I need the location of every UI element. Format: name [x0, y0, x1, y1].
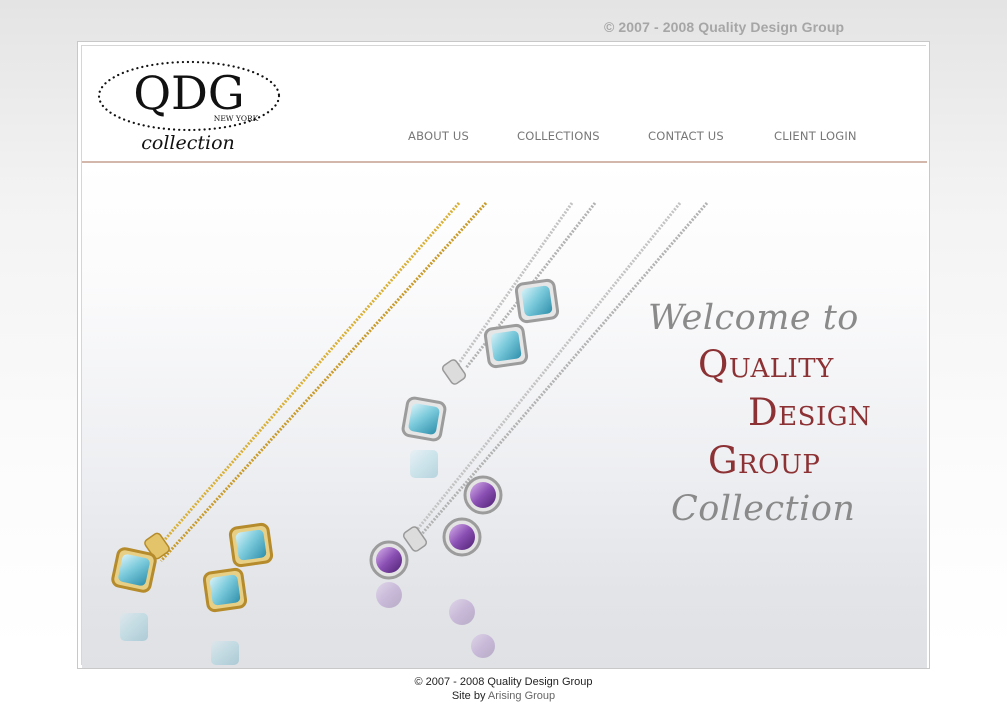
footer-credit: Site by Arising Group	[0, 690, 1007, 702]
footer-credit-prefix: Site by	[451, 690, 488, 702]
silver-topaz-necklace	[401, 202, 597, 442]
nav-contact-us[interactable]: CONTACT US	[648, 129, 724, 143]
footer-credit-link[interactable]: Arising Group	[488, 690, 555, 702]
nav-client-login[interactable]: CLIENT LOGIN	[774, 129, 857, 143]
hero-quality-line: Quality	[698, 343, 834, 386]
hero-welcome-line: Welcome to	[648, 298, 859, 338]
jewelry-reflections	[120, 450, 495, 665]
nav-collections[interactable]: COLLECTIONS	[517, 129, 600, 143]
footer-copyright: © 2007 - 2008 Quality Design Group	[414, 676, 593, 688]
page-frame: QDG NEW YORK collection ABOUT US COLLECT…	[77, 41, 930, 669]
top-copyright: © 2007 - 2008 Quality Design Group	[604, 19, 845, 35]
logo-letters: QDG	[133, 66, 244, 120]
hero-banner: Welcome to Quality Design Group Collecti…	[82, 163, 927, 668]
silver-amethyst-necklace	[369, 202, 709, 580]
gold-necklace	[111, 201, 488, 593]
logo-word: collection	[141, 132, 235, 154]
logo-graphic: QDG NEW YORK collection	[97, 60, 281, 154]
hero-collection-line: Collection	[671, 489, 856, 529]
logo-location: NEW YORK	[214, 114, 259, 123]
content-area: QDG NEW YORK collection ABOUT US COLLECT…	[81, 45, 927, 668]
gold-earrings	[202, 522, 274, 613]
site-logo[interactable]: QDG NEW YORK collection	[96, 58, 284, 154]
nav-about-us[interactable]: ABOUT US	[408, 129, 469, 143]
hero-design-line: Design	[748, 391, 872, 434]
hero-group-line: Group	[708, 439, 821, 482]
site-header: QDG NEW YORK collection ABOUT US COLLECT…	[82, 46, 927, 163]
